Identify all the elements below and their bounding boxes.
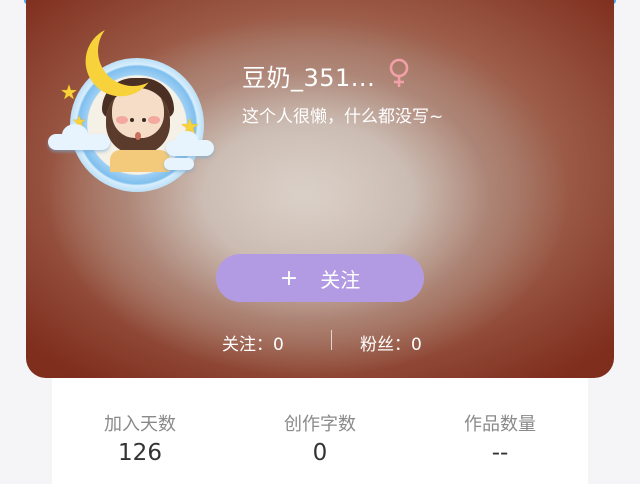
username: 豆奶_351...: [242, 64, 376, 92]
following-count: 0: [273, 335, 284, 355]
word-count-stat: 创作字数 0: [240, 414, 400, 468]
social-stats: 关注：0 粉丝：0: [0, 328, 640, 355]
avatar-cheek-right: [148, 116, 160, 124]
avatar-cheek-left: [116, 116, 128, 124]
following-label: 关注：: [222, 335, 273, 355]
stats-divider: [331, 330, 332, 350]
join-days-stat: 加入天数 126: [60, 414, 220, 468]
word-count-value: 0: [312, 440, 328, 466]
user-info-panel: 加入天数 126 创作字数 0 作品数量 --: [52, 378, 588, 484]
user-bio: 这个人很懒，什么都没写~: [242, 107, 444, 127]
cloud-icon: [166, 131, 214, 156]
avatar-shirt: [110, 150, 170, 172]
avatar-eye-right: [142, 118, 146, 122]
works-count-value: --: [491, 440, 509, 466]
followers-stat[interactable]: 粉丝：0: [360, 330, 422, 355]
follow-button[interactable]: + 关注: [216, 254, 424, 302]
cloud-icon: [164, 158, 194, 170]
followers-label: 粉丝：: [360, 335, 411, 355]
avatar[interactable]: ★ ★ ★: [42, 16, 218, 192]
works-count-stat[interactable]: 作品数量 --: [420, 414, 580, 468]
works-count-label: 作品数量: [464, 414, 536, 435]
follow-button-label: 关注: [320, 267, 361, 292]
join-days-value: 126: [118, 440, 162, 466]
join-days-label: 加入天数: [104, 414, 176, 435]
followers-count: 0: [411, 335, 422, 355]
avatar-mouth: [135, 132, 141, 140]
cloud-icon: [48, 124, 110, 150]
avatar-eye-left: [130, 118, 134, 122]
female-icon: [389, 58, 409, 87]
word-count-label: 创作字数: [284, 414, 356, 435]
plus-icon: +: [279, 265, 299, 291]
star-icon: ★: [60, 80, 78, 104]
following-stat[interactable]: 关注：0: [222, 330, 284, 355]
